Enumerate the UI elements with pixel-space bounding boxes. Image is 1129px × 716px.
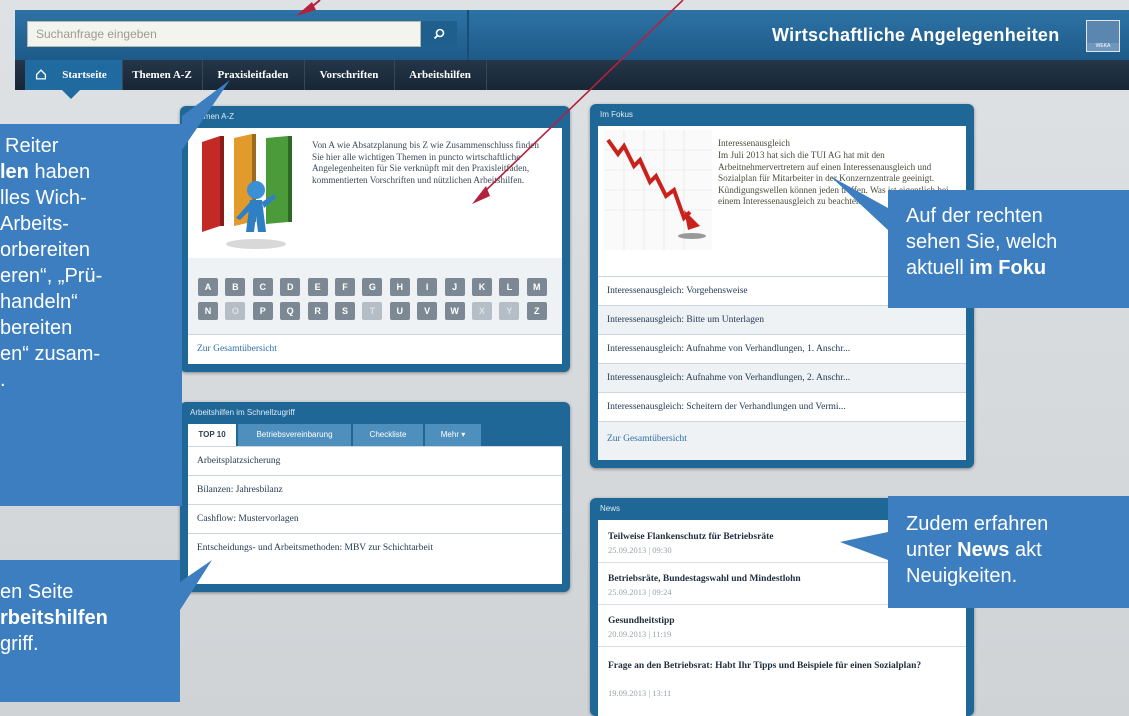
- callout-tail-fokus: [830, 176, 888, 230]
- callout-arbeitshilfen: en Seite rbeitshilfen griff.: [0, 560, 180, 702]
- callout-line: rbeitshilfen: [0, 606, 108, 630]
- callout-news: Zudem erfahren unter News akt Neuigkeite…: [888, 496, 1129, 608]
- callout-tail-arbeitshilfen: [180, 560, 212, 610]
- callout-line: Neuigkeiten.: [906, 565, 1018, 587]
- callout-text: aktuell: [906, 257, 970, 279]
- callout-bold: im Foku: [969, 257, 1047, 279]
- callout-text: unter: [906, 539, 958, 561]
- callout-bold: News: [957, 539, 1010, 561]
- callout-line: unter News akt: [906, 538, 1042, 562]
- callout-text: akt: [1009, 539, 1042, 561]
- callout-tail-themen: [182, 80, 230, 150]
- callout-bold: rbeitshilfen: [0, 607, 108, 629]
- callout-line: en Seite: [0, 581, 74, 603]
- callout-line: sehen Sie, welch: [906, 231, 1058, 253]
- callout-line: aktuell im Foku: [906, 256, 1046, 280]
- callout-tail-news: [840, 532, 888, 560]
- callout-line: Zudem erfahren: [906, 513, 1049, 535]
- callout-line: griff.: [0, 633, 39, 655]
- callout-fokus: Auf der rechten sehen Sie, welch aktuell…: [888, 190, 1129, 308]
- callout-line: Auf der rechten: [906, 205, 1043, 227]
